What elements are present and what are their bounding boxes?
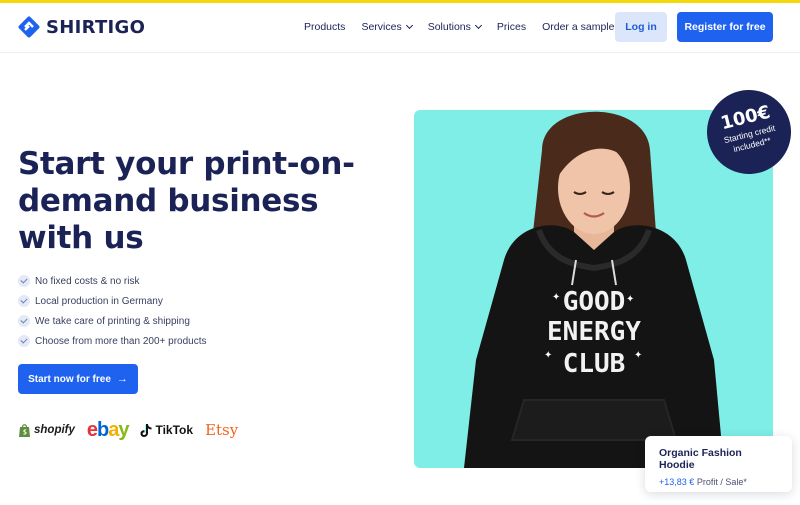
logo[interactable]: SHIRTIGO bbox=[18, 16, 145, 38]
tiktok-text: TikTok bbox=[155, 423, 194, 437]
product-profit-card: Organic Fashion Hoodie +13,83 € Profit /… bbox=[645, 436, 792, 492]
shirtigo-logo-icon bbox=[18, 16, 40, 38]
sparkle-icon: ✦ bbox=[626, 294, 634, 305]
feature-text: We take care of printing & shipping bbox=[35, 315, 190, 327]
feature-text: No fixed costs & no risk bbox=[35, 275, 140, 287]
main-nav: Products Services Solutions Prices Order… bbox=[304, 21, 630, 33]
nav-products[interactable]: Products bbox=[304, 21, 345, 33]
nav-prices[interactable]: Prices bbox=[497, 21, 526, 33]
ebay-logo: ebay bbox=[86, 419, 130, 441]
login-button[interactable]: Log in bbox=[615, 12, 667, 42]
register-button[interactable]: Register for free bbox=[677, 12, 773, 42]
feature-item: We take care of printing & shipping bbox=[18, 311, 206, 331]
nav-services-label: Services bbox=[361, 21, 402, 33]
feature-item: No fixed costs & no risk bbox=[18, 271, 206, 291]
check-icon bbox=[18, 295, 30, 307]
nav-solutions[interactable]: Solutions bbox=[427, 21, 482, 33]
check-icon bbox=[18, 275, 30, 287]
feature-list: No fixed costs & no risk Local productio… bbox=[18, 271, 206, 351]
nav-order-sample-label: Order a sample bbox=[542, 21, 615, 33]
logo-text: SHIRTIGO bbox=[46, 16, 146, 38]
shopify-logo: shopify bbox=[18, 423, 75, 438]
nav-services[interactable]: Services bbox=[361, 21, 413, 33]
feature-item: Choose from more than 200+ products bbox=[18, 331, 206, 351]
sparkle-icon: ✦ bbox=[544, 350, 552, 361]
ebay-letter: a bbox=[108, 419, 119, 441]
tiktok-note-icon bbox=[140, 423, 152, 437]
hero-title: Start your print-on-demand business with… bbox=[18, 146, 355, 256]
profit-amount: +13,83 € bbox=[659, 477, 695, 487]
nav-solutions-label: Solutions bbox=[427, 21, 471, 33]
arrow-right-icon: → bbox=[116, 373, 128, 385]
ebay-letter: b bbox=[97, 419, 109, 441]
feature-item: Local production in Germany bbox=[18, 291, 206, 311]
nav-prices-label: Prices bbox=[496, 21, 527, 33]
feature-text: Choose from more than 200+ products bbox=[35, 335, 207, 347]
profit-line: +13,83 € Profit / Sale* bbox=[659, 477, 778, 487]
start-now-label: Start now for free bbox=[28, 373, 111, 385]
hoodie-pocket bbox=[510, 399, 678, 441]
nav-products-label: Products bbox=[304, 21, 346, 33]
ebay-letter: y bbox=[118, 419, 129, 441]
sparkle-icon: ✦ bbox=[634, 350, 642, 361]
etsy-logo: Etsy bbox=[205, 421, 239, 439]
feature-text: Local production in Germany bbox=[35, 295, 163, 307]
marketplace-logos: shopify ebay TikTok Etsy bbox=[18, 420, 238, 440]
hero-image: GOOD ENERGY CLUB ✦ ✦ ✦ ✦ bbox=[414, 110, 773, 468]
check-icon bbox=[18, 315, 30, 327]
ebay-letter: e bbox=[86, 419, 98, 441]
shopify-text: shopify bbox=[34, 424, 75, 436]
sparkle-icon: ✦ bbox=[552, 292, 560, 303]
print-line-1: GOOD bbox=[563, 287, 626, 317]
tiktok-logo: TikTok bbox=[140, 423, 193, 438]
chevron-down-icon bbox=[405, 21, 413, 30]
print-line-2: ENERGY bbox=[547, 317, 641, 347]
product-name: Organic Fashion Hoodie bbox=[659, 447, 742, 471]
check-icon bbox=[18, 335, 30, 347]
shopify-bag-icon bbox=[19, 423, 30, 437]
chevron-down-icon bbox=[474, 21, 482, 30]
print-line-3: CLUB bbox=[563, 349, 626, 379]
model-hoodie-illustration: GOOD ENERGY CLUB ✦ ✦ ✦ ✦ bbox=[464, 111, 724, 468]
start-now-button[interactable]: Start now for free → bbox=[18, 364, 138, 394]
nav-order-sample[interactable]: Order a sample bbox=[542, 21, 614, 33]
profit-suffix: Profit / Sale* bbox=[696, 477, 747, 487]
site-header: SHIRTIGO Products Services Solutions Pri… bbox=[0, 3, 800, 53]
